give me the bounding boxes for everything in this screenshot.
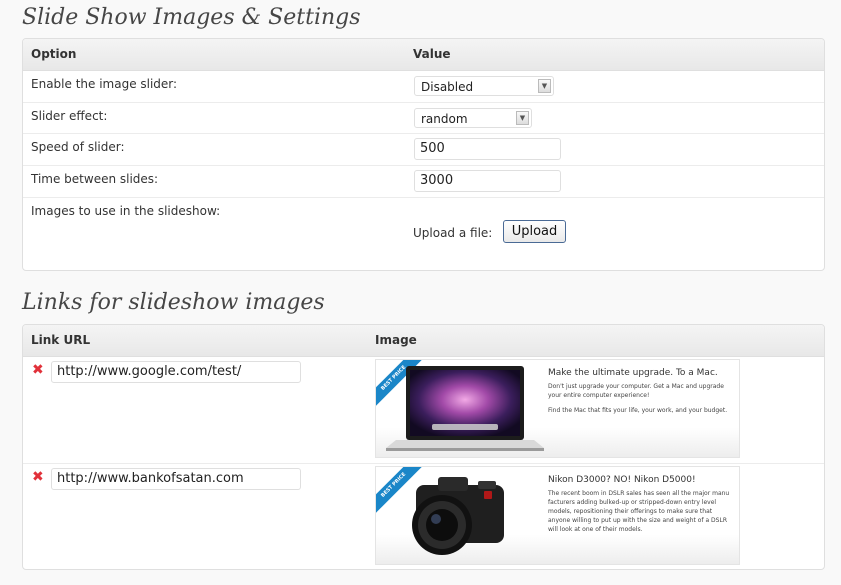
slider-effect-select[interactable]: random ▼ [414, 108, 532, 128]
slider-speed-input[interactable]: 500 [414, 138, 561, 160]
macbook-image [386, 366, 544, 451]
row-enable-slider: Enable the image slider: Disabled ▼ [23, 71, 824, 103]
links-table: Link URL Image ✖ http://www.google.com/t… [22, 324, 825, 570]
slider-speed-label: Speed of slider: [31, 140, 125, 154]
upload-file-label: Upload a file: [413, 226, 493, 240]
time-between-slides-label: Time between slides: [31, 172, 159, 186]
slide-image-thumbnail: BEST PRICE Make the ultimate upgrade. To… [375, 359, 740, 458]
upload-button[interactable]: Upload [503, 220, 566, 243]
ad-body: Don't just upgrade your computer. Get a … [548, 383, 728, 414]
chevron-down-icon: ▼ [516, 111, 529, 125]
slide-image-thumbnail: BEST PRICE Nikon D3000? NO! Nikon D5000!… [375, 466, 740, 565]
slideshow-images-label: Images to use in the slideshow: [31, 204, 221, 218]
link-url-input[interactable]: http://www.bankofsatan.com [51, 468, 301, 490]
delete-x-icon[interactable]: ✖ [32, 363, 45, 377]
enable-slider-select[interactable]: Disabled ▼ [414, 76, 554, 96]
column-header-value: Value [413, 47, 451, 61]
time-between-slides-input[interactable]: 3000 [414, 170, 561, 192]
ad-title: Make the ultimate upgrade. To a Mac. [548, 368, 718, 378]
settings-table: Option Value Enable the image slider: Di… [22, 38, 825, 271]
row-slider-effect: Slider effect: random ▼ [23, 103, 824, 134]
column-header-link-url: Link URL [31, 333, 91, 347]
camera-image [412, 477, 504, 555]
column-header-option: Option [31, 47, 77, 61]
settings-table-header: Option Value [23, 39, 824, 71]
row-slider-speed: Speed of slider: 500 [23, 134, 824, 166]
delete-x-icon[interactable]: ✖ [32, 470, 45, 484]
enable-slider-label: Enable the image slider: [31, 77, 178, 91]
links-heading: Links for slideshow images [22, 290, 325, 315]
link-row: ✖ http://www.google.com/test/ BEST PRICE [23, 357, 824, 464]
row-time-between-slides: Time between slides: 3000 [23, 166, 824, 198]
row-slideshow-images: Images to use in the slideshow: Upload a… [23, 198, 824, 270]
link-url-input[interactable]: http://www.google.com/test/ [51, 361, 301, 383]
ad-title: Nikon D3000? NO! Nikon D5000! [548, 475, 696, 485]
slider-effect-label: Slider effect: [31, 109, 108, 123]
ad-body: The recent boom in DSLR sales has seen a… [548, 490, 730, 533]
column-header-image: Image [375, 333, 417, 347]
settings-heading: Slide Show Images & Settings [22, 5, 361, 30]
link-row: ✖ http://www.bankofsatan.com BEST PRICE … [23, 464, 824, 569]
links-table-header: Link URL Image [23, 325, 824, 357]
chevron-down-icon: ▼ [538, 79, 551, 93]
